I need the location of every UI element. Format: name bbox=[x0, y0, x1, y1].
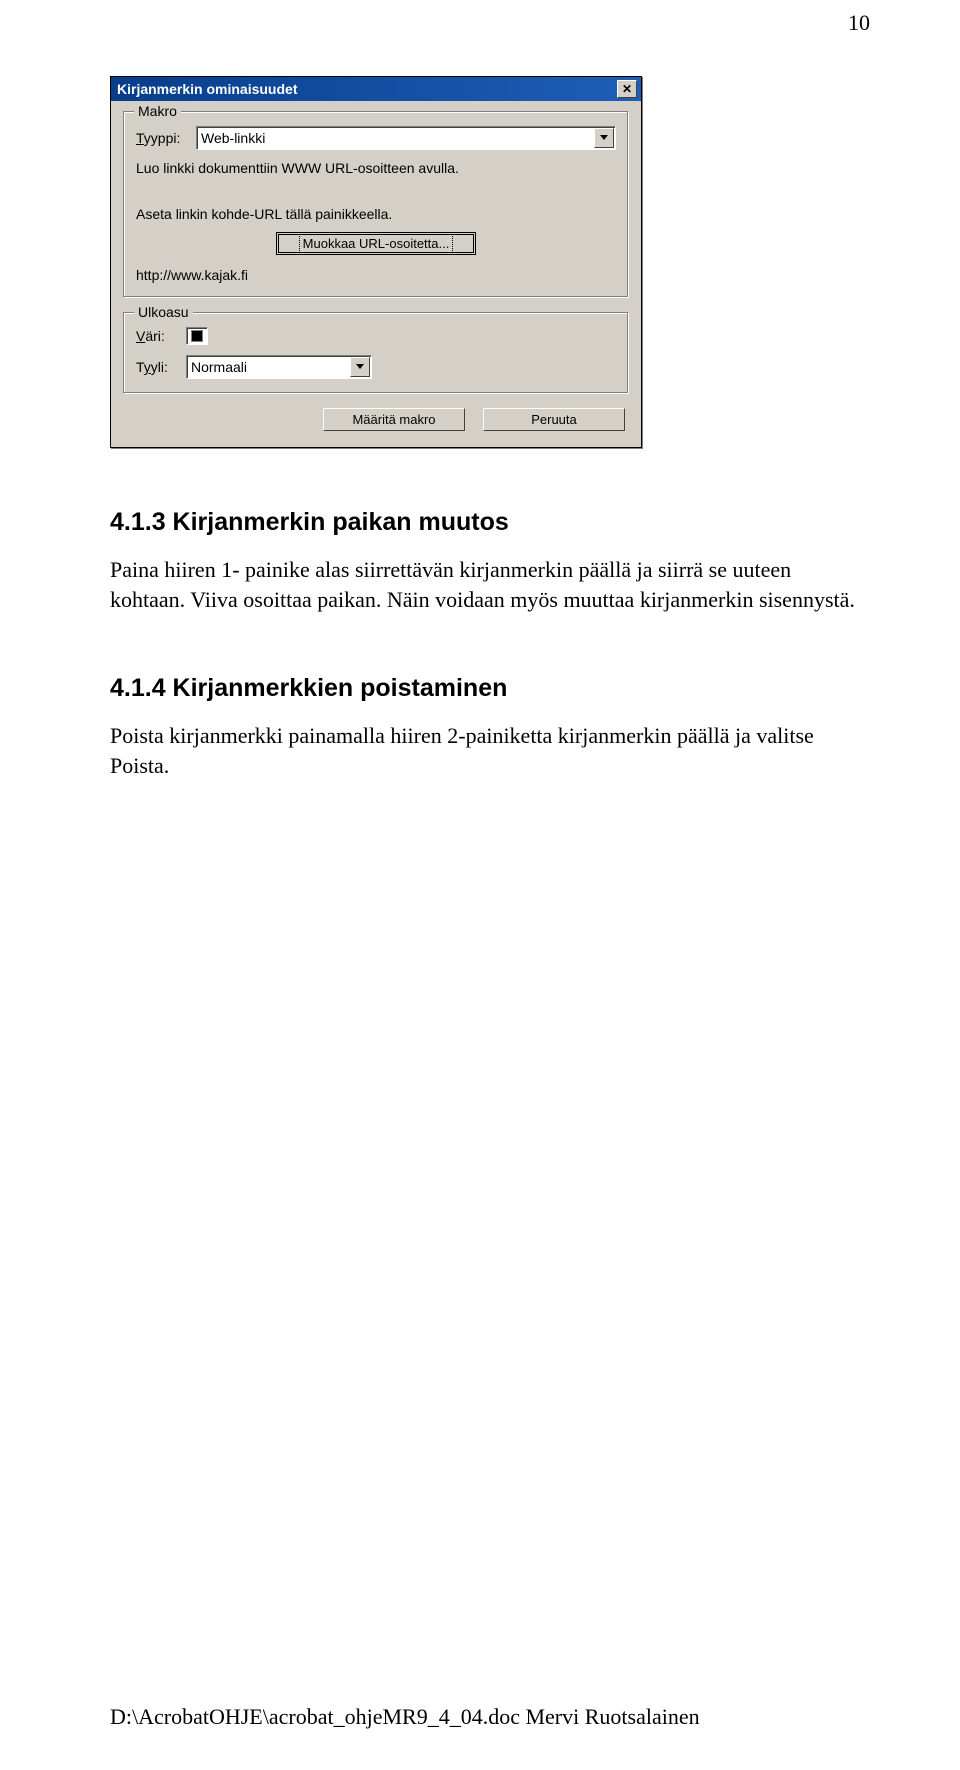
tyyli-dropdown[interactable]: Normaali bbox=[186, 355, 372, 379]
tyyppi-label: Tyyppi: bbox=[136, 130, 196, 146]
dialog-titlebar: Kirjanmerkin ominaisuudet ✕ bbox=[111, 77, 641, 101]
define-macro-button[interactable]: Määritä makro bbox=[323, 408, 465, 431]
makro-group-label: Makro bbox=[134, 103, 181, 119]
ulkoasu-group-label: Ulkoasu bbox=[134, 304, 193, 320]
cancel-button[interactable]: Peruuta bbox=[483, 408, 625, 431]
page-number: 10 bbox=[848, 10, 870, 36]
url-value: http://www.kajak.fi bbox=[136, 267, 616, 283]
section-text-414: Poista kirjanmerkki painamalla hiiren 2-… bbox=[110, 721, 870, 780]
makro-description-2: Aseta linkin kohde-URL tällä painikkeell… bbox=[136, 206, 616, 222]
makro-description-1: Luo linkki dokumenttiin WWW URL-osoittee… bbox=[136, 160, 616, 176]
color-picker[interactable] bbox=[186, 327, 208, 345]
tyyli-label: Tyyli: bbox=[136, 359, 186, 375]
section-heading-413: 4.1.3 Kirjanmerkin paikan muutos bbox=[110, 508, 870, 537]
bookmark-properties-dialog: Kirjanmerkin ominaisuudet ✕ Makro Tyyppi… bbox=[110, 76, 642, 448]
edit-url-button[interactable]: Muokkaa URL-osoitetta... bbox=[276, 232, 477, 255]
tyyli-value: Normaali bbox=[191, 359, 247, 375]
ulkoasu-groupbox: Ulkoasu Väri: Tyyli: Normaali bbox=[123, 312, 629, 394]
section-text-413: Paina hiiren 1- painike alas siirrettävä… bbox=[110, 555, 870, 614]
vari-label: Väri: bbox=[136, 328, 186, 344]
section-heading-414: 4.1.4 Kirjanmerkkien poistaminen bbox=[110, 674, 870, 703]
chevron-down-icon[interactable] bbox=[594, 128, 614, 148]
tyyppi-dropdown[interactable]: Web-linkki bbox=[196, 126, 616, 150]
footer-path: D:\AcrobatOHJE\acrobat_ohjeMR9_4_04.doc … bbox=[110, 1704, 700, 1730]
edit-url-button-label: Muokkaa URL-osoitetta... bbox=[301, 236, 452, 251]
tyyppi-value: Web-linkki bbox=[201, 130, 265, 146]
dialog-title: Kirjanmerkin ominaisuudet bbox=[117, 81, 297, 97]
makro-groupbox: Makro Tyyppi: Web-linkki Luo linkki doku… bbox=[123, 111, 629, 298]
close-icon[interactable]: ✕ bbox=[617, 80, 637, 98]
chevron-down-icon[interactable] bbox=[350, 357, 370, 377]
